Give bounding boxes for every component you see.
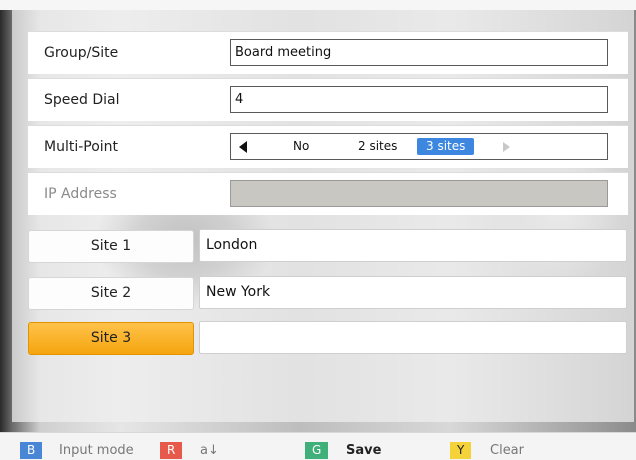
- red-key-badge[interactable]: R: [160, 442, 183, 459]
- site-1-input[interactable]: London: [199, 229, 627, 262]
- site-3-button[interactable]: Site 3: [28, 322, 194, 355]
- top-bar: [0, 0, 636, 10]
- clear-label: Clear: [490, 443, 524, 458]
- group-site-input[interactable]: Board meeting: [230, 39, 608, 66]
- multi-point-selector[interactable]: No 2 sites 3 sites: [230, 133, 608, 160]
- footer-key-bar: B Input mode R a↓ G Save Y Clear: [0, 432, 636, 460]
- speed-dial-label: Speed Dial: [44, 92, 120, 108]
- option-no[interactable]: No: [293, 134, 309, 159]
- option-2-sites[interactable]: 2 sites: [358, 134, 397, 159]
- ip-address-label: IP Address: [44, 186, 117, 202]
- input-mode-label: Input mode: [59, 443, 134, 458]
- site-2-input[interactable]: New York: [199, 276, 627, 309]
- left-arrow-icon[interactable]: [239, 141, 247, 153]
- speed-dial-row: Speed Dial 4: [28, 78, 628, 121]
- option-3-sites-selected[interactable]: 3 sites: [417, 138, 475, 155]
- speed-dial-input[interactable]: 4: [230, 86, 608, 113]
- case-label: a↓: [200, 443, 219, 458]
- yellow-key-badge[interactable]: Y: [450, 442, 472, 459]
- multi-point-label: Multi-Point: [44, 139, 119, 155]
- ip-address-input: [230, 180, 608, 207]
- group-site-row: Group∕Site Board meeting: [28, 31, 628, 74]
- multi-point-row: Multi-Point No 2 sites 3 sites: [28, 125, 628, 168]
- blue-key-badge[interactable]: B: [20, 442, 43, 459]
- group-site-label: Group∕Site: [44, 45, 119, 61]
- site-2-button[interactable]: Site 2: [28, 277, 194, 310]
- site-1-button[interactable]: Site 1: [28, 230, 194, 263]
- save-label: Save: [346, 443, 382, 458]
- green-key-badge[interactable]: G: [305, 442, 329, 459]
- right-arrow-icon: [503, 142, 510, 152]
- site-3-input[interactable]: [199, 321, 627, 354]
- ip-address-row: IP Address: [28, 172, 628, 215]
